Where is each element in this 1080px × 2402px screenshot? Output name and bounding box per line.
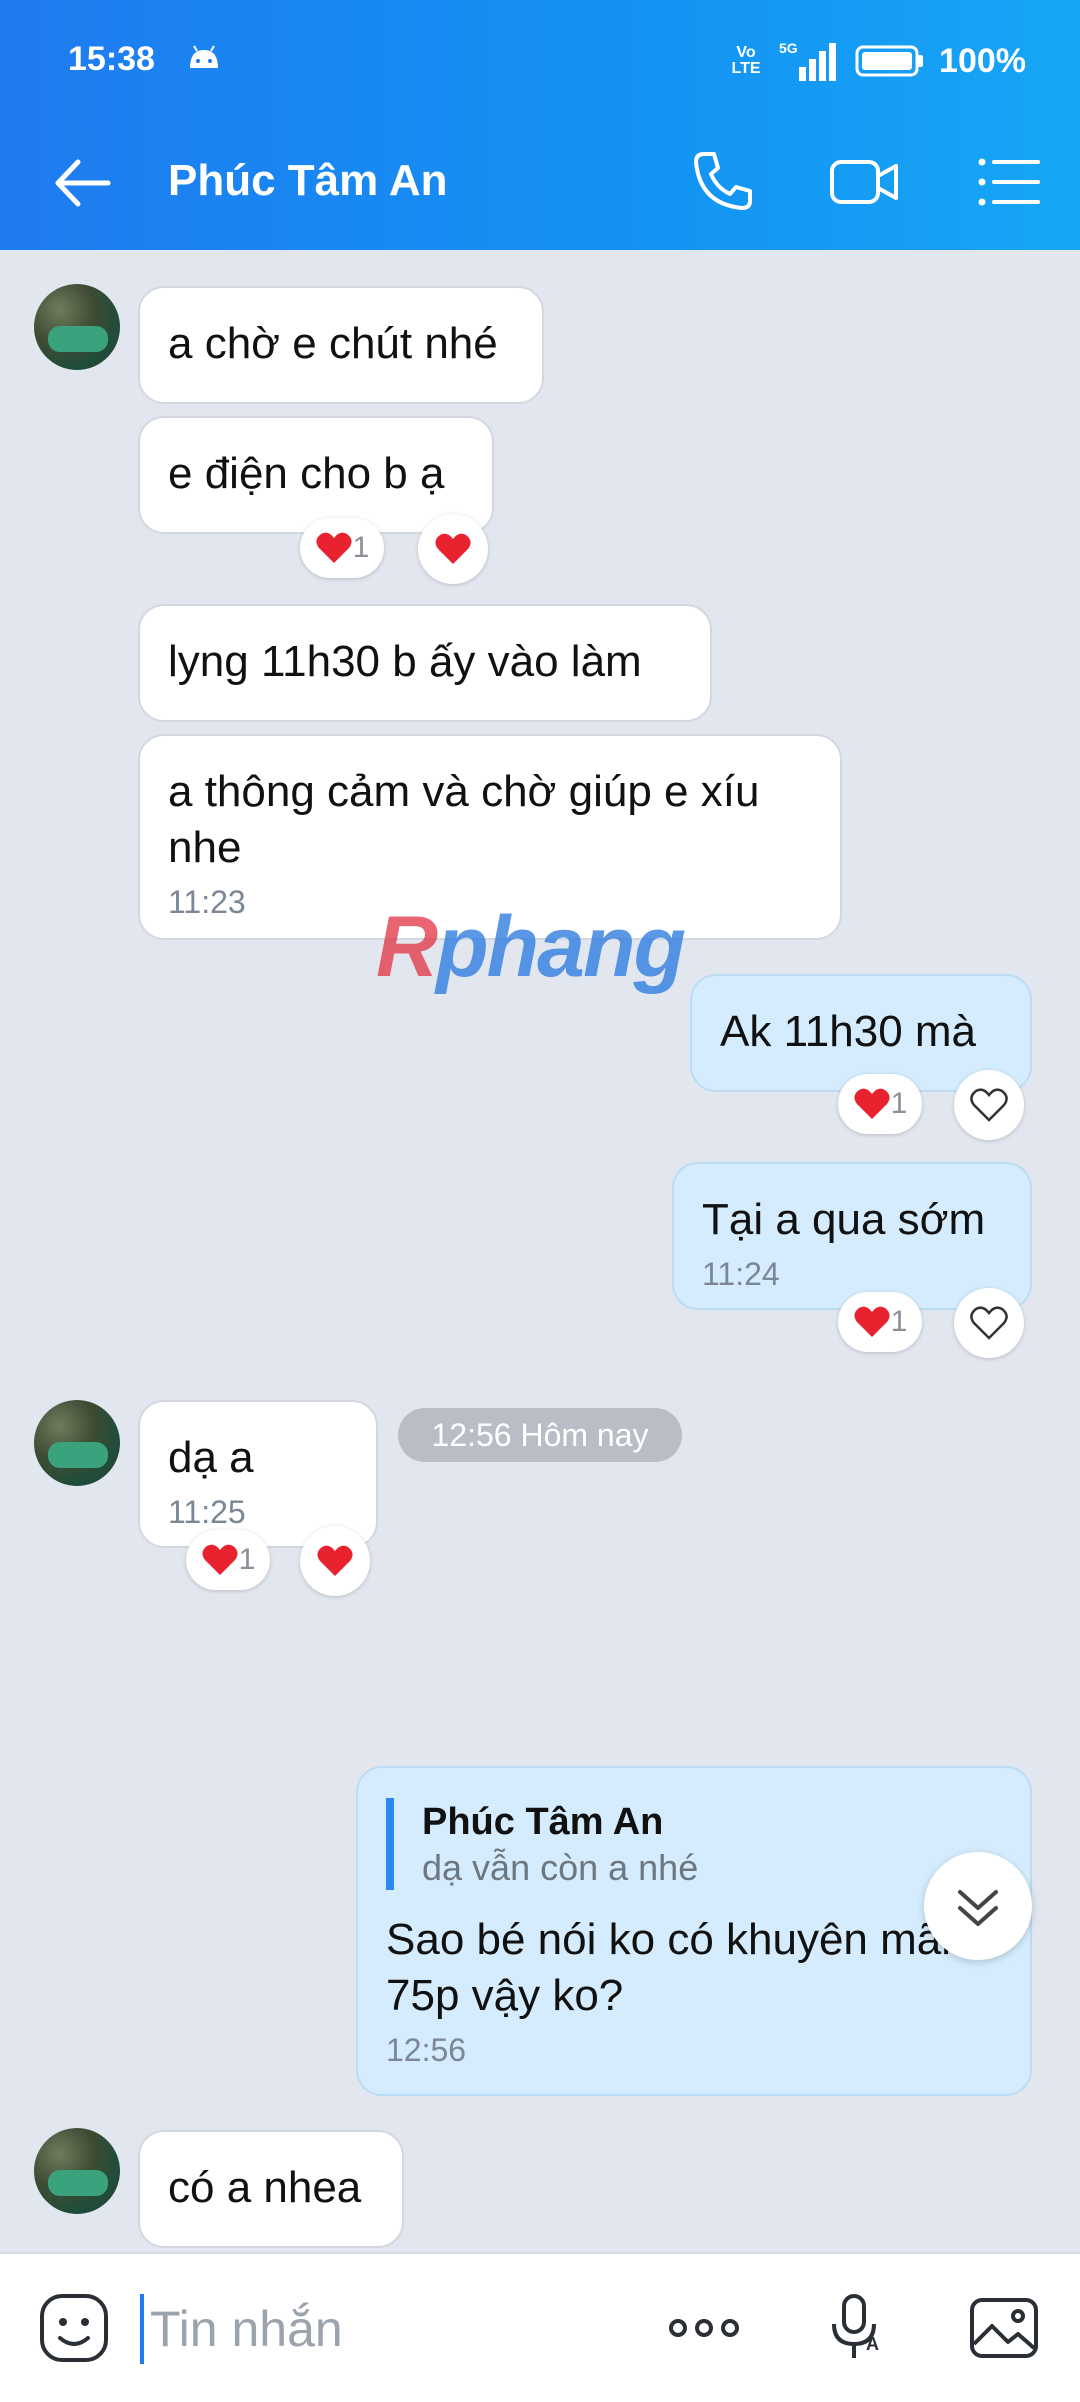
back-arrow-icon[interactable]: [48, 148, 118, 218]
svg-text:A: A: [866, 2334, 879, 2354]
reaction-count: 1: [238, 1543, 256, 1576]
heart-reaction-icon: [854, 1306, 890, 1337]
react-button[interactable]: [300, 1526, 370, 1596]
scroll-to-bottom-button[interactable]: [924, 1852, 1032, 1960]
android-icon: [190, 45, 218, 68]
message-text: dạ a: [168, 1433, 254, 1482]
message-text: có a nhea: [168, 2163, 362, 2212]
reaction-summary[interactable]: 1: [300, 518, 384, 578]
message-time: 11:25: [168, 1494, 246, 1530]
menu-list-icon[interactable]: [970, 144, 1046, 220]
quoted-message[interactable]: Phúc Tâm An dạ vẫn còn a nhé: [386, 1798, 1002, 1890]
heart-reaction-icon: [854, 1088, 890, 1119]
heart-icon: [317, 1545, 353, 1576]
heart-reaction-icon: [316, 532, 352, 563]
message-bubble-incoming[interactable]: có a nhea: [138, 2130, 404, 2248]
message-text: Tại a qua sớm: [702, 1195, 986, 1244]
heart-icon: [435, 533, 471, 564]
contact-avatar[interactable]: [34, 284, 120, 370]
battery-percent: 100%: [939, 41, 1026, 80]
react-button[interactable]: [954, 1288, 1024, 1358]
reaction-summary[interactable]: 1: [838, 1292, 922, 1352]
heart-outline-icon: [970, 1088, 1008, 1122]
double-chevron-down-icon: [958, 1890, 998, 1926]
contact-name[interactable]: Phúc Tâm An: [168, 156, 448, 206]
date-separator: 12:56 Hôm nay: [398, 1408, 682, 1462]
contact-avatar[interactable]: [34, 1400, 120, 1486]
message-input[interactable]: Tin nhắn: [140, 2294, 590, 2364]
message-text: a thông cảm và chờ giúp e xíu nhe: [168, 767, 760, 872]
contact-avatar[interactable]: [34, 2128, 120, 2214]
quoted-text: dạ vẫn còn a nhé: [422, 1847, 699, 1888]
network-type: 5G: [779, 40, 798, 56]
message-text: e điện cho b ạ: [168, 449, 445, 498]
message-bubble-outgoing[interactable]: Tại a qua sớm 11:24: [672, 1162, 1032, 1310]
sticker-emoji-icon[interactable]: [34, 2288, 114, 2368]
message-text: Ak 11h30 mà: [720, 1007, 977, 1056]
status-time: 15:38: [68, 40, 155, 78]
reaction-count: 1: [890, 1087, 908, 1120]
image-gallery-icon[interactable]: [964, 2288, 1044, 2368]
heart-outline-icon: [970, 1306, 1008, 1340]
message-text: Sao bé nói ko có khuyên mãi 75p vậy ko?: [386, 1915, 952, 2020]
video-call-icon[interactable]: [826, 144, 902, 220]
volte-indicator: Vo LTE: [731, 44, 761, 77]
battery-icon: [855, 45, 924, 77]
message-time: 12:56: [386, 2032, 467, 2068]
message-time: 11:24: [702, 1256, 780, 1292]
status-indicators: Vo LTE 5G 100%: [729, 36, 1026, 86]
reaction-count: 1: [890, 1305, 908, 1338]
voice-message-icon[interactable]: A: [816, 2288, 896, 2368]
message-text: lyng 11h30 b ấy vào làm: [168, 637, 642, 686]
phone-call-icon[interactable]: [684, 144, 760, 220]
message-text: a chờ e chút nhé: [168, 319, 498, 368]
react-button[interactable]: [954, 1070, 1024, 1140]
reaction-summary[interactable]: 1: [186, 1530, 270, 1590]
chat-header: 15:38 Vo LTE 5G 100% Phúc Tâm An: [0, 0, 1080, 250]
message-bubble-incoming[interactable]: lyng 11h30 b ấy vào làm: [138, 604, 712, 722]
react-button[interactable]: [418, 514, 488, 584]
quoted-sender: Phúc Tâm An: [422, 1801, 664, 1843]
more-options-icon[interactable]: [664, 2288, 744, 2368]
heart-reaction-icon: [202, 1544, 238, 1575]
reaction-summary[interactable]: 1: [838, 1074, 922, 1134]
message-bubble-incoming[interactable]: a chờ e chút nhé: [138, 286, 544, 404]
reaction-count: 1: [352, 531, 370, 564]
message-input-bar: Tin nhắn A: [0, 2252, 1080, 2402]
signal-icon: 5G: [779, 40, 837, 81]
nav-bar: Phúc Tâm An: [0, 130, 1080, 230]
watermark-logo: Rphang: [376, 899, 686, 995]
